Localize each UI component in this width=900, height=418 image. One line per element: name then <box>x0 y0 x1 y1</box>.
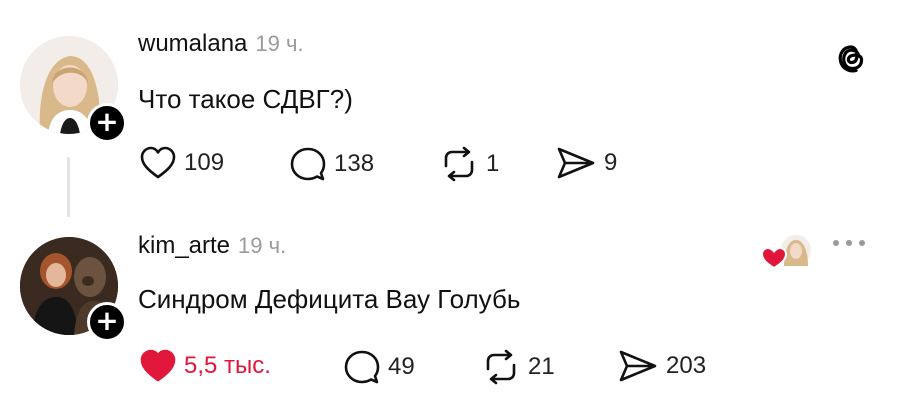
repost-button[interactable]: 21 <box>482 349 555 385</box>
timestamp: 19 ч. <box>238 233 287 258</box>
reply-button[interactable]: 138 <box>290 146 374 182</box>
plus-icon: + <box>95 304 119 337</box>
plus-icon: + <box>95 105 119 138</box>
repost-count: 21 <box>528 353 555 380</box>
username[interactable]: wumalana <box>138 30 247 57</box>
repost-arrows-icon <box>486 349 516 385</box>
heart-icon <box>140 146 176 179</box>
reply-count: 138 <box>334 150 375 177</box>
send-icon <box>557 147 595 179</box>
thread-line <box>67 157 70 217</box>
speech-bubble-icon <box>344 350 380 384</box>
heart-icon <box>140 349 176 382</box>
reply-button[interactable]: 49 <box>344 349 415 385</box>
follow-button[interactable]: + <box>87 103 127 143</box>
post-text: Что такое СДВГ?) <box>138 84 353 114</box>
more-dots-icon[interactable] <box>833 240 865 246</box>
post-header: wumalana 19 ч. <box>138 30 304 58</box>
threads-logo-icon[interactable] <box>834 40 870 76</box>
share-button[interactable]: 203 <box>618 349 706 383</box>
timestamp: 19 ч. <box>255 31 304 56</box>
dot <box>859 240 865 246</box>
liked-by-author <box>760 232 814 272</box>
post-header: kim_arte 19 ч. <box>138 232 286 260</box>
like-button[interactable]: 109 <box>140 146 224 180</box>
share-button[interactable]: 9 <box>556 146 617 180</box>
post-text: Синдром Дефицита Вау Голубь <box>138 284 521 314</box>
reply-count: 49 <box>388 353 415 380</box>
repost-arrows-icon <box>444 146 474 182</box>
liked-by-author-icon <box>760 233 813 270</box>
username[interactable]: kim_arte <box>138 232 230 259</box>
like-button[interactable]: 5,5 тыс. <box>140 349 271 383</box>
repost-button[interactable]: 1 <box>440 146 499 182</box>
share-count: 203 <box>666 352 707 379</box>
dot <box>846 240 852 246</box>
like-count: 5,5 тыс. <box>184 352 271 379</box>
send-icon <box>619 350 657 382</box>
like-count: 109 <box>184 149 225 176</box>
speech-bubble-icon <box>290 147 326 181</box>
follow-button[interactable]: + <box>87 302 127 342</box>
share-count: 9 <box>604 149 618 176</box>
dot <box>833 240 839 246</box>
repost-count: 1 <box>486 150 500 177</box>
